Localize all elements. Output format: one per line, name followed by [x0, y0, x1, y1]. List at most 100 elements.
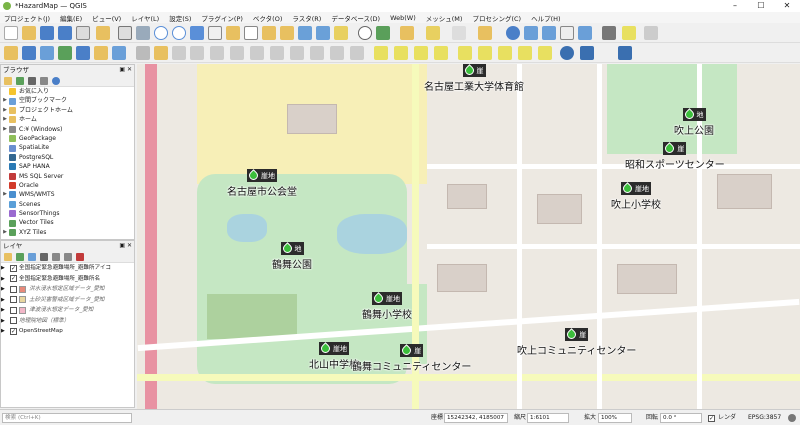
shelter-poi[interactable]: 崖 昭和スポーツセンター [625, 142, 725, 171]
browser-item[interactable]: MS SQL Server [1, 172, 134, 181]
add-feature-icon[interactable] [190, 46, 204, 60]
shelter-poi[interactable]: 崖 名古屋工業大学体育館 [424, 64, 524, 93]
label-toolbar-icon[interactable] [374, 46, 388, 60]
shelter-poi[interactable]: 地 吹上公園 [674, 108, 714, 137]
remove-layer-icon[interactable] [76, 252, 84, 261]
paste-features-icon[interactable] [310, 46, 324, 60]
zoom-next-icon[interactable] [280, 26, 294, 40]
print-layout-icon[interactable] [76, 26, 90, 40]
expand-arrow-icon[interactable]: ▶ [1, 274, 8, 285]
shelter-poi[interactable]: 地 鶴舞公園 [272, 242, 312, 271]
browser-item[interactable]: ▶ プロジェクトホーム [1, 106, 134, 115]
browser-item[interactable]: Vector Tiles [1, 218, 134, 227]
new-shapefile-icon[interactable] [40, 46, 54, 60]
field-calculator-icon[interactable] [578, 26, 592, 40]
plugin-icon[interactable] [618, 46, 632, 60]
locator-search-input[interactable]: 検索 (Ctrl+K) [2, 413, 132, 423]
copy-features-icon[interactable] [290, 46, 304, 60]
menu-plugins[interactable]: プラグイン(P) [201, 13, 243, 23]
bookmark-icon[interactable] [334, 26, 348, 40]
select-by-expression-icon[interactable] [478, 26, 492, 40]
browser-item[interactable]: Oracle [1, 181, 134, 190]
zoom-native-icon[interactable] [244, 26, 258, 40]
save-edits-icon[interactable] [172, 46, 186, 60]
collapse-all-icon[interactable] [64, 252, 72, 261]
browser-item[interactable]: ▶ C:¥ (Windows) [1, 125, 134, 134]
expand-all-icon[interactable] [52, 252, 60, 261]
browser-item[interactable]: SpatiaLite [1, 143, 134, 152]
add-layer-icon[interactable] [4, 76, 12, 85]
browser-item[interactable]: ▶ XYZ Tiles [1, 228, 134, 237]
layer-item[interactable]: ▶ ✓ 全国指定緊急避難場所_避難所アイコ [1, 263, 134, 274]
menu-settings[interactable]: 設定(S) [169, 13, 191, 23]
layer-visibility-checkbox[interactable] [10, 285, 17, 293]
menu-mesh[interactable]: メッシュ(M) [426, 13, 463, 23]
layer-visibility-checkbox[interactable]: ✓ [10, 264, 17, 272]
layer-visibility-checkbox[interactable]: ✓ [10, 275, 17, 283]
delete-selected-icon[interactable] [250, 46, 264, 60]
label-show-hide-icon[interactable] [414, 46, 428, 60]
expand-arrow-icon[interactable]: ▶ [1, 326, 8, 337]
shelter-poi[interactable]: 崖 鶴舞コミュニティセンター [352, 344, 471, 373]
open-project-icon[interactable] [22, 26, 36, 40]
python-plugin-icon[interactable] [580, 46, 594, 60]
pan-hand-icon[interactable] [118, 26, 132, 40]
expand-arrow-icon[interactable]: ▶ [1, 263, 8, 274]
zoom-rubberband-icon[interactable] [190, 26, 204, 40]
panel-float-close-icon[interactable]: ▣ ✕ [119, 65, 132, 75]
refresh-icon[interactable] [376, 26, 390, 40]
label-properties-icon[interactable] [538, 46, 552, 60]
vertex-tool-icon[interactable] [210, 46, 224, 60]
browser-item[interactable]: SensorThings [1, 209, 134, 218]
scale-field[interactable]: 1:6101 [527, 413, 569, 423]
menu-project[interactable]: プロジェクト(J) [4, 13, 50, 23]
expand-arrow-icon[interactable]: ▶ [1, 284, 8, 295]
minimize-button[interactable]: – [722, 0, 748, 12]
shelter-poi[interactable]: 崖地 吹上小学校 [611, 182, 661, 211]
label-pin-icon[interactable] [394, 46, 408, 60]
panel-float-close-icon[interactable]: ▣ ✕ [119, 241, 132, 251]
layer-item[interactable]: ▶ 地理院地図（標準） [1, 316, 134, 327]
new-3d-view-icon[interactable] [316, 26, 330, 40]
zoom-layer-icon[interactable] [226, 26, 240, 40]
filter-icon[interactable] [28, 76, 36, 85]
rotation-field[interactable]: 0.0 ° [660, 413, 702, 423]
style-panel-icon[interactable] [4, 252, 12, 261]
coordinate-field[interactable]: 15242342, 4185007 [444, 413, 508, 423]
zoom-in-icon[interactable] [154, 26, 168, 40]
menu-view[interactable]: ビュー(V) [92, 13, 121, 23]
layer-visibility-checkbox[interactable] [10, 296, 17, 304]
expand-arrow-icon[interactable]: ▶ [1, 228, 9, 237]
properties-icon[interactable] [52, 76, 60, 85]
browser-item[interactable]: ▶ WMS/WMTS [1, 190, 134, 199]
edit-pencil-icon[interactable] [136, 46, 150, 60]
measure-line-icon[interactable] [602, 26, 616, 40]
close-button[interactable]: ✕ [774, 0, 800, 12]
deselect-icon[interactable] [452, 26, 466, 40]
open-attribute-table-icon[interactable] [524, 26, 538, 40]
shelter-poi[interactable]: 崖 吹上コミュニティセンター [517, 328, 636, 357]
expand-arrow-icon[interactable]: ▶ [1, 316, 8, 327]
layer-visibility-checkbox[interactable] [10, 317, 17, 325]
expand-arrow-icon[interactable]: ▶ [1, 125, 9, 134]
select-features-icon[interactable] [426, 26, 440, 40]
redo-icon[interactable] [350, 46, 364, 60]
identify-features-icon[interactable] [400, 26, 414, 40]
add-raster-icon[interactable] [112, 46, 126, 60]
expand-arrow-icon[interactable]: ▶ [1, 96, 9, 105]
expand-arrow-icon[interactable]: ▶ [1, 115, 9, 124]
messages-icon[interactable] [788, 414, 796, 422]
undo-icon[interactable] [330, 46, 344, 60]
browser-item[interactable]: SAP HANA [1, 162, 134, 171]
new-spatialite-icon[interactable] [58, 46, 72, 60]
annotation-icon[interactable] [622, 26, 636, 40]
label-change-icon[interactable] [478, 46, 492, 60]
zoom-out-icon[interactable] [172, 26, 186, 40]
shelter-poi[interactable]: 崖地 名古屋市公会堂 [227, 169, 297, 198]
new-project-icon[interactable] [4, 26, 18, 40]
refresh-icon[interactable] [16, 76, 24, 85]
add-vector-icon[interactable] [94, 46, 108, 60]
filter-legend-icon[interactable] [40, 252, 48, 261]
expand-arrow-icon[interactable]: ▶ [1, 190, 9, 199]
layer-visibility-checkbox[interactable]: ✓ [10, 327, 17, 335]
